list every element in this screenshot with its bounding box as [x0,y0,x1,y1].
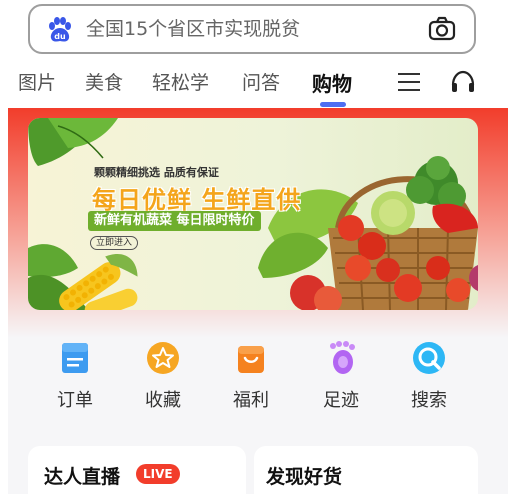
gift-bag-icon [238,346,264,373]
tab-images[interactable]: 图片 [18,68,56,95]
search-bar[interactable]: du 全国15个省区市实现脱贫 [28,4,476,54]
service-icons-row: 订单 收藏 福利 足迹 搜索 [28,340,478,420]
banner-pretitle: 颗颗精细挑选 品质有保证 [94,166,219,179]
banner-title: 每日优鲜 生鲜直供 [92,186,302,214]
orders-button[interactable]: 订单 [40,340,110,412]
order-icon [62,343,88,373]
live-stream-card[interactable]: 达人直播 LIVE [28,446,246,494]
active-tab-indicator [320,102,346,107]
search-service-label: 搜索 [411,390,447,411]
tab-shopping[interactable]: 购物 [312,68,352,97]
category-tabs: 图片 美食 轻松学 问答 购物 [0,62,518,108]
search-input[interactable]: 全国15个省区市实现脱贫 [86,6,300,52]
favorites-button[interactable]: 收藏 [128,340,198,412]
orders-label: 订单 [57,390,93,411]
promo-banner[interactable]: 颗颗精细挑选 品质有保证 每日优鲜 生鲜直供 新鲜有机蔬菜 每日限时特价 立即进… [28,118,478,310]
tab-easy-learning[interactable]: 轻松学 [152,68,209,95]
baidu-logo-icon: du [49,17,71,42]
live-stream-title: 达人直播 [44,466,121,488]
svg-text:du: du [54,32,66,41]
benefits-button[interactable]: 福利 [216,340,286,412]
menu-icon[interactable] [398,72,420,92]
history-button[interactable]: 足迹 [306,340,376,412]
tab-qa[interactable]: 问答 [242,68,280,95]
tab-food[interactable]: 美食 [85,68,123,95]
banner-subtitle: 新鲜有机蔬菜 每日限时特价 [88,211,261,231]
live-badge: LIVE [136,464,180,484]
favorites-label: 收藏 [145,390,181,411]
benefits-label: 福利 [233,390,269,411]
star-icon [147,342,179,374]
camera-icon[interactable] [428,16,456,42]
discover-goods-card[interactable]: 发现好货 [254,446,478,494]
footprint-icon [330,341,355,374]
discover-goods-title: 发现好货 [266,466,343,488]
banner-enter-button[interactable]: 立即进入 [90,236,139,250]
search-icon [413,342,445,374]
history-label: 足迹 [323,390,359,411]
search-service-button[interactable]: 搜索 [394,340,464,412]
headset-icon[interactable] [450,70,476,94]
